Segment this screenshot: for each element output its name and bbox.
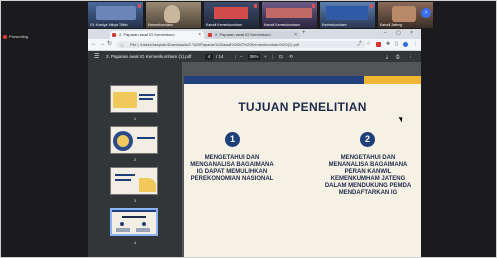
share-icon[interactable]: ⤴ bbox=[357, 41, 362, 48]
participant-tile[interactable]: Gt. Kurniya Yahya Tribin bbox=[88, 2, 143, 28]
page-thumbnail[interactable] bbox=[110, 126, 158, 154]
participant-tile[interactable]: Kemenkumham bbox=[146, 2, 201, 28]
thumb-art bbox=[115, 179, 131, 181]
browser-window: 2. Paparan awal IG Kemenkum × 2. Paparan… bbox=[88, 29, 421, 258]
participant-name: Kanwil Jateng bbox=[380, 23, 402, 27]
mic-muted-icon bbox=[138, 4, 141, 8]
participant-tile[interactable]: Kanwil Kemenkumham bbox=[262, 2, 317, 28]
participant-name: Kemenkumham bbox=[322, 23, 347, 27]
thumb-art bbox=[120, 222, 124, 226]
thumb-art bbox=[142, 222, 146, 226]
new-tab-icon[interactable]: + bbox=[302, 30, 306, 36]
window-controls[interactable]: – ▢ × bbox=[384, 30, 417, 36]
slide-title: TUJUAN PENELITIAN bbox=[238, 100, 367, 114]
participant-video bbox=[164, 5, 180, 23]
tab-pdf-inactive[interactable]: 2. Paparan awal IG Kemenkum × bbox=[206, 31, 300, 39]
thumb-art bbox=[115, 174, 135, 176]
thumb-art bbox=[112, 210, 156, 212]
mic-muted-icon bbox=[312, 4, 315, 8]
extension-icon[interactable] bbox=[376, 42, 382, 47]
tab-label: 2. Paparan awal IG Kemenkum bbox=[119, 32, 175, 37]
thumb-art bbox=[113, 92, 137, 108]
profile-icon[interactable] bbox=[403, 42, 408, 47]
info-icon: ⓘ bbox=[120, 43, 124, 48]
participant-name: Kanwil Kemenkumham bbox=[264, 23, 300, 27]
thumb-number: 3 bbox=[133, 198, 137, 203]
mic-muted-icon bbox=[254, 4, 257, 8]
participant-video bbox=[266, 8, 312, 18]
page-number-input[interactable]: 4 bbox=[205, 54, 213, 60]
objective-text: MENGETAHUI DAN MENGANALISA BAGAIMANA IG … bbox=[190, 155, 274, 182]
tab-pdf-active[interactable]: 2. Paparan awal IG Kemenkum × bbox=[110, 31, 204, 39]
tab-label: 2. Paparan awal IG Kemenkum bbox=[215, 32, 271, 37]
objective-number-badge: 1 bbox=[225, 132, 240, 147]
participant-video bbox=[96, 6, 136, 20]
thumb-art bbox=[136, 228, 150, 232]
objective-text: MENGETAHUI DAN MENANALISA BAGAIMANA PERA… bbox=[324, 155, 412, 196]
pdf-viewer: 1 2 3 4 TUJUAN PENELITIAN 1 MENGETAHUI D… bbox=[88, 62, 421, 258]
participant-strip: Gt. Kurniya Yahya Tribin Kemenkumham Kan… bbox=[88, 2, 433, 28]
participant-name: Gt. Kurniya Yahya Tribin bbox=[90, 23, 128, 27]
participant-name: Kanwil Kemenkumham bbox=[206, 23, 242, 27]
star-icon[interactable]: ☆ bbox=[367, 41, 371, 48]
url-input[interactable]: ⓘ File | /Users/asep/ab/Downloads/2.%20P… bbox=[116, 41, 366, 48]
thumb-number: 4 bbox=[133, 240, 137, 245]
thumb-art bbox=[139, 94, 155, 96]
url-text: File | /Users/asep/ab/Downloads/2.%20Pap… bbox=[130, 42, 300, 47]
pdf-favicon-icon bbox=[208, 33, 212, 37]
thumb-art bbox=[139, 178, 156, 192]
sidepanel-icon[interactable]: ▯ bbox=[395, 41, 398, 48]
close-tab-icon[interactable]: × bbox=[198, 31, 201, 39]
pdf-page: TUJUAN PENELITIAN 1 MENGETAHUI DAN MENGA… bbox=[184, 76, 421, 258]
thumb-art bbox=[137, 137, 155, 139]
slide-accent-band bbox=[364, 76, 421, 84]
mic-muted-icon bbox=[370, 4, 373, 8]
toolbar-icons: ⤴ ☆ ✚ ▯ ⋮ bbox=[357, 41, 418, 48]
puzzle-icon[interactable]: ✚ bbox=[386, 41, 390, 48]
thumb-art bbox=[122, 216, 146, 218]
thumb-art bbox=[116, 228, 130, 232]
objective-number-badge: 2 bbox=[360, 132, 375, 147]
participant-tile[interactable]: Kemenkumham bbox=[320, 2, 375, 28]
thumbnail-sidebar: 1 2 3 4 bbox=[88, 62, 182, 258]
back-icon[interactable]: ← bbox=[91, 41, 97, 48]
presenter-label: Presenting bbox=[9, 34, 29, 39]
address-bar: ← → ↻ ⓘ File | /Users/asep/ab/Downloads/… bbox=[88, 39, 421, 51]
thumb-number: 2 bbox=[133, 157, 137, 162]
participant-video bbox=[214, 7, 248, 19]
pdf-favicon-icon bbox=[112, 33, 116, 37]
recording-dot-icon bbox=[3, 34, 7, 39]
close-tab-icon[interactable]: × bbox=[294, 31, 297, 39]
more-vert-icon[interactable]: ⋮ bbox=[413, 41, 418, 48]
zoom-input[interactable]: 36% bbox=[248, 54, 260, 60]
tab-bar: 2. Paparan awal IG Kemenkum × 2. Paparan… bbox=[88, 29, 421, 39]
participant-tile[interactable]: Kanwil Kemenkumham bbox=[204, 2, 259, 28]
thumb-art bbox=[117, 135, 129, 147]
thumb-number: 1 bbox=[133, 116, 137, 121]
page-thumbnail-active[interactable] bbox=[110, 208, 158, 236]
page-thumbnail[interactable] bbox=[110, 85, 158, 113]
reload-icon[interactable]: ↻ bbox=[107, 41, 112, 48]
page-thumbnail[interactable] bbox=[110, 167, 158, 195]
presenter-indicator: Presenting bbox=[3, 34, 28, 39]
forward-icon[interactable]: → bbox=[99, 41, 105, 48]
participant-video bbox=[392, 6, 416, 22]
chevron-right-icon[interactable]: › bbox=[421, 8, 431, 18]
participant-video bbox=[326, 6, 368, 20]
thumb-art bbox=[139, 98, 153, 100]
participant-name: Kemenkumham bbox=[148, 23, 173, 27]
